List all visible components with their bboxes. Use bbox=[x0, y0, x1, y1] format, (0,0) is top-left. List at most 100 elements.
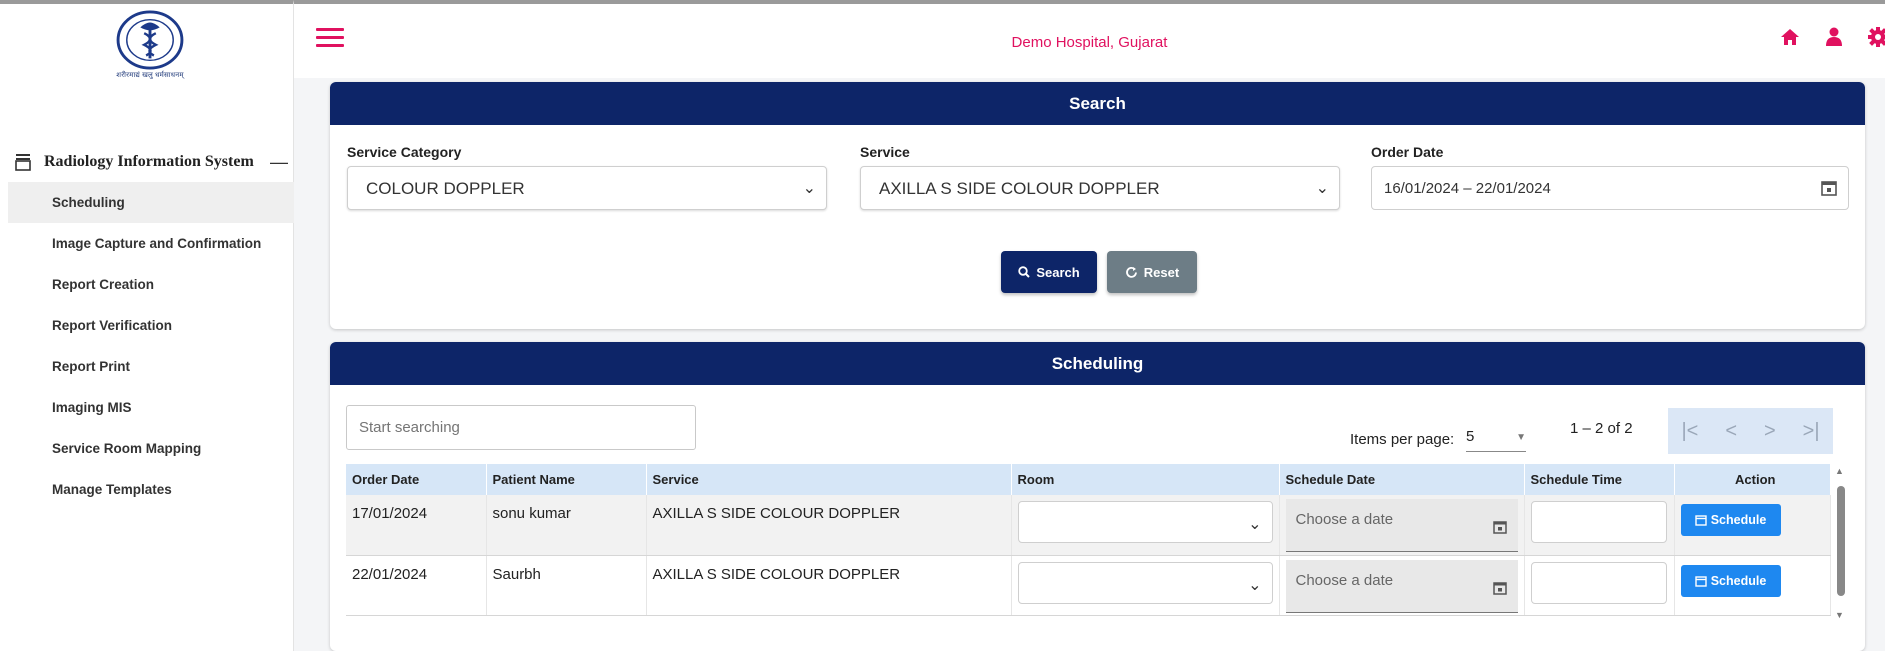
pagination-controls: |< < > >| bbox=[1668, 408, 1833, 454]
col-room[interactable]: Room bbox=[1011, 464, 1280, 495]
logo-caption: शरीरमाद्यं खलु धर्मसाधनम् bbox=[116, 72, 184, 79]
service-value: AXILLA S SIDE COLOUR DOPPLER bbox=[879, 179, 1160, 198]
table-row: 22/01/2024 Saurbh AXILLA S SIDE COLOUR D… bbox=[346, 555, 1831, 616]
service-category-label: Service Category bbox=[347, 144, 462, 160]
home-icon[interactable] bbox=[1779, 26, 1801, 48]
room-select[interactable]: ⌄ bbox=[1017, 561, 1273, 604]
scheduling-panel-title: Scheduling bbox=[330, 342, 1865, 385]
order-date-cell: 22/01/2024 bbox=[346, 555, 487, 616]
order-date-value: 16/01/2024 – 22/01/2024 bbox=[1384, 180, 1551, 197]
pagination-range: 1 – 2 of 2 bbox=[1570, 420, 1633, 437]
chevron-down-icon: ⌄ bbox=[802, 180, 816, 197]
search-button-label: Search bbox=[1036, 264, 1080, 280]
patient-name-cell: sonu kumar bbox=[486, 495, 647, 556]
hospital-title: Demo Hospital, Gujarat bbox=[1011, 34, 1168, 51]
schedule-button[interactable]: Schedule bbox=[1680, 504, 1781, 536]
table-scrollbar[interactable]: ▲ ▼ bbox=[1834, 464, 1846, 624]
service-category-value: COLOUR DOPPLER bbox=[366, 179, 525, 198]
service-label: Service bbox=[860, 144, 910, 160]
reset-button[interactable]: Reset bbox=[1107, 251, 1197, 293]
schedule-date-cell: Choose a date bbox=[1279, 555, 1525, 616]
sidebar-item-report-print[interactable]: Report Print bbox=[8, 346, 294, 387]
module-header[interactable]: Radiology Information System — bbox=[14, 150, 294, 174]
items-per-page-select[interactable]: 5 ▼ bbox=[1466, 428, 1526, 452]
scheduling-table: Order Date Patient Name Service Room Sch… bbox=[346, 464, 1831, 616]
sidebar-item-scheduling[interactable]: Scheduling bbox=[8, 182, 294, 223]
service-cell: AXILLA S SIDE COLOUR DOPPLER bbox=[646, 555, 1012, 616]
items-per-page-label: Items per page: bbox=[1350, 431, 1455, 448]
last-page-icon[interactable]: >| bbox=[1803, 420, 1820, 443]
top-header: Demo Hospital, Gujarat bbox=[294, 0, 1885, 78]
col-schedule-date[interactable]: Schedule Date bbox=[1279, 464, 1525, 495]
search-input[interactable] bbox=[346, 405, 696, 450]
room-cell: ⌄ bbox=[1011, 555, 1280, 616]
action-cell: Schedule bbox=[1674, 555, 1831, 616]
col-patient-name[interactable]: Patient Name bbox=[486, 464, 647, 495]
search-panel: Search Service Category COLOUR DOPPLER ⌄… bbox=[330, 82, 1865, 329]
schedule-button[interactable]: Schedule bbox=[1680, 564, 1781, 597]
search-icon bbox=[1018, 266, 1031, 278]
schedule-time-cell bbox=[1524, 555, 1675, 616]
chevron-down-icon: ⌄ bbox=[1248, 576, 1262, 594]
sidebar-item-report-verification[interactable]: Report Verification bbox=[8, 305, 294, 346]
search-panel-title: Search bbox=[330, 82, 1865, 125]
col-order-date[interactable]: Order Date bbox=[346, 464, 487, 495]
prev-page-icon[interactable]: < bbox=[1725, 420, 1737, 443]
scroll-down-icon[interactable]: ▼ bbox=[1835, 610, 1844, 620]
chevron-down-icon: ⌄ bbox=[1248, 516, 1262, 533]
schedule-date-picker[interactable]: Choose a date bbox=[1285, 499, 1518, 552]
sidebar: शरीरमाद्यं खलु धर्मसाधनम् Radiology Info… bbox=[0, 0, 294, 651]
order-date-label: Order Date bbox=[1371, 144, 1444, 160]
caret-down-icon: ▼ bbox=[1516, 432, 1526, 443]
date-placeholder: Choose a date bbox=[1295, 511, 1394, 528]
col-service[interactable]: Service bbox=[646, 464, 1012, 495]
order-date-range-input[interactable]: 16/01/2024 – 22/01/2024 bbox=[1371, 166, 1849, 210]
schedule-date-picker[interactable]: Choose a date bbox=[1285, 559, 1518, 613]
sidebar-item-report-creation[interactable]: Report Creation bbox=[8, 264, 294, 305]
order-date-cell: 17/01/2024 bbox=[346, 495, 487, 556]
chevron-down-icon: ⌄ bbox=[1315, 180, 1329, 197]
room-cell: ⌄ bbox=[1011, 495, 1280, 556]
caduceus-seal-icon bbox=[116, 10, 184, 70]
calendar-icon bbox=[1695, 515, 1707, 526]
gear-icon[interactable] bbox=[1867, 26, 1885, 48]
scheduling-panel: Scheduling Items per page: 5 ▼ 1 – 2 of … bbox=[330, 342, 1865, 651]
header-icons bbox=[1779, 26, 1885, 48]
next-page-icon[interactable]: > bbox=[1764, 420, 1776, 443]
search-button[interactable]: Search bbox=[1001, 251, 1097, 293]
service-cell: AXILLA S SIDE COLOUR DOPPLER bbox=[646, 495, 1012, 556]
scroll-up-icon[interactable]: ▲ bbox=[1835, 466, 1844, 476]
calendar-icon[interactable] bbox=[1492, 580, 1508, 596]
sidebar-item-service-room-mapping[interactable]: Service Room Mapping bbox=[8, 428, 294, 469]
col-schedule-time[interactable]: Schedule Time bbox=[1524, 464, 1675, 495]
col-action: Action bbox=[1674, 464, 1831, 495]
schedule-time-input[interactable] bbox=[1530, 501, 1667, 543]
module-title: Radiology Information System bbox=[44, 153, 254, 170]
sidebar-item-imaging-mis[interactable]: Imaging MIS bbox=[8, 387, 294, 428]
first-page-icon[interactable]: |< bbox=[1681, 420, 1698, 443]
refresh-icon bbox=[1125, 266, 1137, 278]
calendar-icon[interactable] bbox=[1820, 179, 1838, 197]
table-row: 17/01/2024 sonu kumar AXILLA S SIDE COLO… bbox=[346, 495, 1831, 556]
reset-button-label: Reset bbox=[1143, 264, 1180, 280]
action-cell: Schedule bbox=[1674, 495, 1831, 556]
hospital-logo: शरीरमाद्यं खलु धर्मसाधनम् bbox=[104, 10, 196, 80]
calendar-module-icon bbox=[15, 154, 31, 171]
patient-name-cell: Saurbh bbox=[486, 555, 647, 616]
sidebar-item-manage-templates[interactable]: Manage Templates bbox=[8, 469, 294, 510]
table-header-row: Order Date Patient Name Service Room Sch… bbox=[346, 464, 1831, 495]
schedule-date-cell: Choose a date bbox=[1279, 495, 1525, 556]
schedule-button-label: Schedule bbox=[1710, 573, 1767, 588]
room-select[interactable]: ⌄ bbox=[1017, 501, 1273, 543]
schedule-button-label: Schedule bbox=[1710, 513, 1767, 527]
scrollbar-thumb[interactable] bbox=[1837, 486, 1845, 596]
collapse-icon[interactable]: — bbox=[270, 152, 288, 173]
schedule-time-input[interactable] bbox=[1530, 561, 1667, 604]
items-per-page-value: 5 bbox=[1466, 428, 1475, 445]
calendar-icon[interactable] bbox=[1492, 519, 1508, 535]
service-select[interactable]: AXILLA S SIDE COLOUR DOPPLER ⌄ bbox=[860, 166, 1340, 210]
user-icon[interactable] bbox=[1823, 26, 1845, 48]
sidebar-item-image-capture[interactable]: Image Capture and Confirmation bbox=[8, 223, 294, 264]
calendar-icon bbox=[1695, 575, 1707, 587]
service-category-select[interactable]: COLOUR DOPPLER ⌄ bbox=[347, 166, 827, 210]
